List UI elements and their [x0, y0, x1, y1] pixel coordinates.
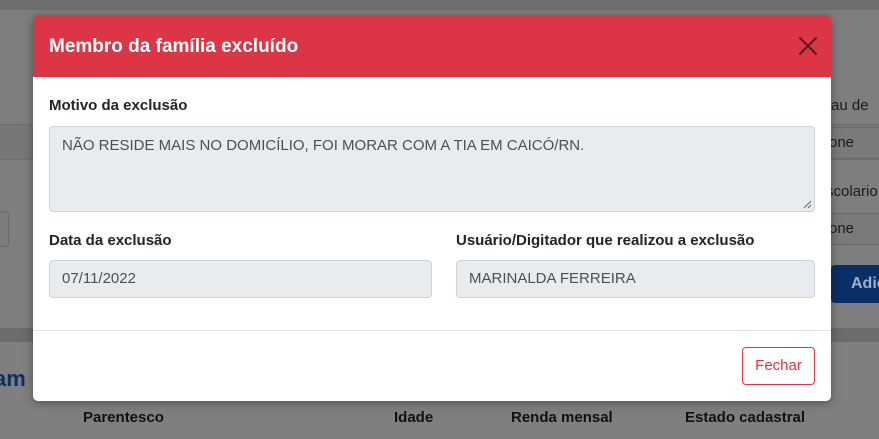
modal-body: Motivo da exclusão NÃO RESIDE MAIS NO DO…: [33, 77, 831, 330]
reason-value: NÃO RESIDE MAIS NO DOMICÍLIO, FOI MORAR …: [62, 137, 585, 154]
reason-label: Motivo da exclusão: [49, 97, 188, 114]
modal-header: Membro da família excluído: [33, 15, 831, 77]
close-button[interactable]: Fechar: [742, 347, 815, 385]
date-value: 07/11/2022: [62, 270, 136, 287]
user-value: MARINALDA FERREIRA: [469, 270, 636, 287]
close-icon[interactable]: [797, 35, 819, 57]
grau-select-value: one: [829, 134, 855, 151]
modal-title: Membro da família excluído: [49, 36, 299, 57]
date-field[interactable]: 07/11/2022: [49, 260, 432, 298]
escolaridade-select-value: one: [829, 220, 855, 237]
column-renda-mensal: Renda mensal: [511, 409, 613, 426]
excluded-member-modal: Membro da família excluído Motivo da exc…: [33, 15, 831, 401]
column-idade: Idade: [394, 409, 434, 426]
modal-footer: Fechar: [33, 330, 831, 401]
user-field[interactable]: MARINALDA FERREIRA: [456, 260, 815, 298]
reason-textarea[interactable]: NÃO RESIDE MAIS NO DOMICÍLIO, FOI MORAR …: [49, 126, 815, 212]
column-estado-cadastral: Estado cadastral: [685, 409, 806, 426]
resize-grip-icon[interactable]: [803, 200, 812, 209]
escolaridade-label: scolario: [826, 183, 878, 200]
add-member-button[interactable]: Adic: [831, 265, 879, 303]
date-label: Data da exclusão: [49, 232, 172, 249]
user-label: Usuário/Digitador que realizou a exclusã…: [456, 232, 755, 249]
left-input[interactable]: [0, 211, 9, 247]
family-section-heading: am: [0, 366, 26, 391]
top-bar: [0, 0, 879, 10]
grau-label: rau de: [826, 97, 869, 114]
column-parentesco: Parentesco: [83, 409, 164, 426]
